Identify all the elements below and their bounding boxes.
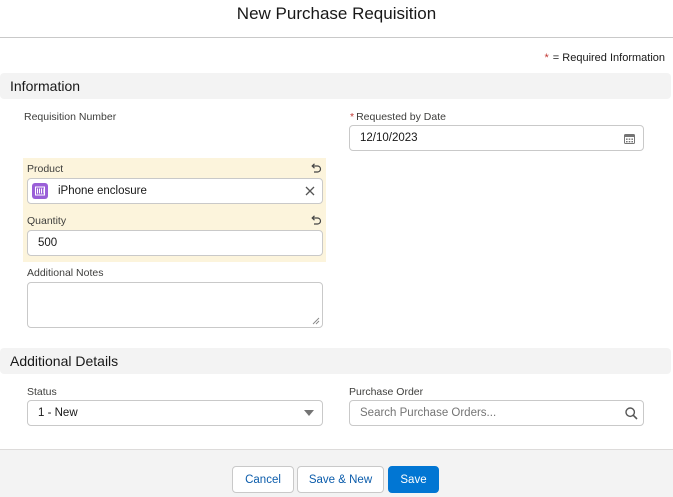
product-icon <box>32 183 48 199</box>
purchase-order-search-input[interactable]: Search Purchase Orders... <box>349 400 644 426</box>
save-and-new-button[interactable]: Save & New <box>297 466 384 493</box>
additional-notes-textarea[interactable] <box>27 282 323 328</box>
requested-by-date-value: 12/10/2023 <box>360 132 418 144</box>
required-star: * <box>544 52 549 64</box>
modal-header: New Purchase Requisition <box>0 0 673 38</box>
product-value: iPhone enclosure <box>58 185 147 197</box>
purchase-order-placeholder: Search Purchase Orders... <box>360 407 497 419</box>
requested-by-date-input[interactable]: 12/10/2023 <box>349 125 644 151</box>
quantity-value: 500 <box>38 237 58 249</box>
section-additional-details-header[interactable]: Additional Details <box>0 348 671 374</box>
resize-grip-icon[interactable] <box>312 317 320 325</box>
additional-notes-label: Additional Notes <box>27 267 104 279</box>
required-legend-text: = Required Information <box>552 52 665 64</box>
cancel-button[interactable]: Cancel <box>232 466 294 493</box>
undo-icon[interactable] <box>310 214 322 226</box>
purchase-order-label: Purchase Order <box>349 386 424 398</box>
status-value: 1 - New <box>38 407 78 419</box>
section-additional-details-title: Additional Details <box>10 353 119 369</box>
calendar-icon[interactable] <box>624 133 635 144</box>
required-legend: * = Required Information <box>545 52 665 64</box>
status-label: Status <box>27 386 57 398</box>
new-purchase-requisition-modal: New Purchase Requisition * = Required Inf… <box>0 0 673 497</box>
quantity-input[interactable]: 500 <box>27 230 323 256</box>
requested-by-date-label-text: Requested by Date <box>356 111 446 123</box>
product-label: Product <box>27 163 64 175</box>
chevron-down-icon <box>304 410 314 416</box>
section-information-header[interactable]: Information <box>0 73 671 99</box>
quantity-label: Quantity <box>27 215 67 227</box>
modal-title: New Purchase Requisition <box>236 4 437 23</box>
modal-footer: Cancel Save & New Save <box>0 449 673 497</box>
required-star: * <box>350 111 355 123</box>
status-select[interactable]: 1 - New <box>27 400 323 426</box>
search-icon[interactable] <box>625 407 638 420</box>
section-information-title: Information <box>10 78 81 94</box>
requested-by-date-label: * Requested by Date <box>350 111 446 123</box>
barcode-icon <box>35 186 45 196</box>
save-button[interactable]: Save <box>388 466 439 493</box>
undo-icon[interactable] <box>310 162 322 174</box>
product-lookup-input[interactable]: iPhone enclosure <box>27 178 323 204</box>
close-icon[interactable] <box>304 185 316 197</box>
requisition-number-label: Requisition Number <box>24 111 117 123</box>
